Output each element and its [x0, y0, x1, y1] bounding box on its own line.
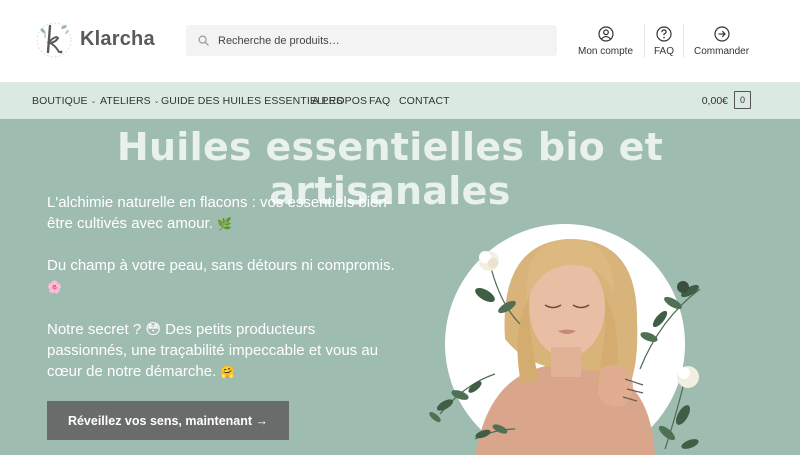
site-header: Klarcha Mon compte FAQ Commander	[0, 0, 800, 82]
nav-item-boutique[interactable]: BOUTIQUE ⌄	[32, 95, 97, 107]
nav-item-label: FAQ	[369, 95, 391, 107]
paragraph-text: Du champ à votre peau, sans détours ni c…	[47, 257, 395, 274]
nav-item-label: A PROPOS	[312, 95, 368, 107]
nav-item-faq[interactable]: FAQ	[369, 95, 390, 107]
account-link[interactable]: Mon compte	[578, 26, 633, 57]
checkout-link[interactable]: Commander	[694, 26, 749, 57]
hero-illustration	[429, 224, 701, 455]
search-bar[interactable]	[186, 25, 557, 56]
hero-section: Huiles essentielles bio et artisanales L…	[0, 119, 800, 455]
nav-item-label: CONTACT	[399, 95, 450, 107]
faq-link[interactable]: FAQ	[654, 26, 674, 57]
hero-paragraph: Notre secret ? 😳 Des petits producteurs …	[47, 319, 397, 383]
nav-item-label: BOUTIQUE	[32, 95, 88, 107]
nav-item-contact[interactable]: CONTACT	[399, 95, 450, 107]
paragraph-text: Notre secret ? 😳 Des petits producteurs …	[47, 321, 379, 380]
logo-mark-icon	[34, 18, 74, 60]
arrow-circle-right-icon	[713, 26, 730, 42]
cta-button[interactable]: Réveillez vos sens, maintenant →	[47, 401, 289, 440]
hero-paragraph: Du champ à votre peau, sans détours ni c…	[47, 255, 397, 298]
header-divider	[644, 24, 645, 58]
search-input[interactable]	[218, 34, 538, 47]
nav-item-label: ATELIERS	[100, 95, 151, 107]
nav-item-a-propos[interactable]: A PROPOS	[312, 95, 367, 107]
cart-total[interactable]: 0,00€	[702, 95, 728, 107]
cart-count-badge[interactable]: 0	[734, 91, 751, 109]
portrait-neck	[551, 347, 581, 377]
site-logo[interactable]: Klarcha	[34, 18, 155, 60]
portrait-hand	[598, 365, 633, 407]
hugging-emoji: 🤗	[220, 365, 236, 379]
checkout-label: Commander	[694, 46, 750, 57]
main-navigation: BOUTIQUE ⌄ ATELIERS ⌄ GUIDE DES HUILES ESS…	[0, 82, 800, 119]
herb-emoji: 🌿	[217, 217, 233, 231]
search-icon	[198, 35, 209, 46]
flower-emoji: 🌸	[47, 280, 62, 294]
account-label: Mon compte	[578, 46, 634, 57]
chevron-down-icon: ⌄	[153, 98, 160, 105]
user-circle-icon	[597, 26, 614, 42]
header-divider	[683, 24, 684, 58]
hero-paragraph: L'alchimie naturelle en flacons : vos es…	[47, 192, 397, 235]
faq-label: FAQ	[654, 46, 675, 57]
brand-name: Klarcha	[80, 27, 155, 50]
chevron-down-icon: ⌄	[90, 98, 97, 105]
question-circle-icon	[656, 26, 672, 42]
nav-item-ateliers[interactable]: ATELIERS ⌄	[100, 95, 160, 107]
